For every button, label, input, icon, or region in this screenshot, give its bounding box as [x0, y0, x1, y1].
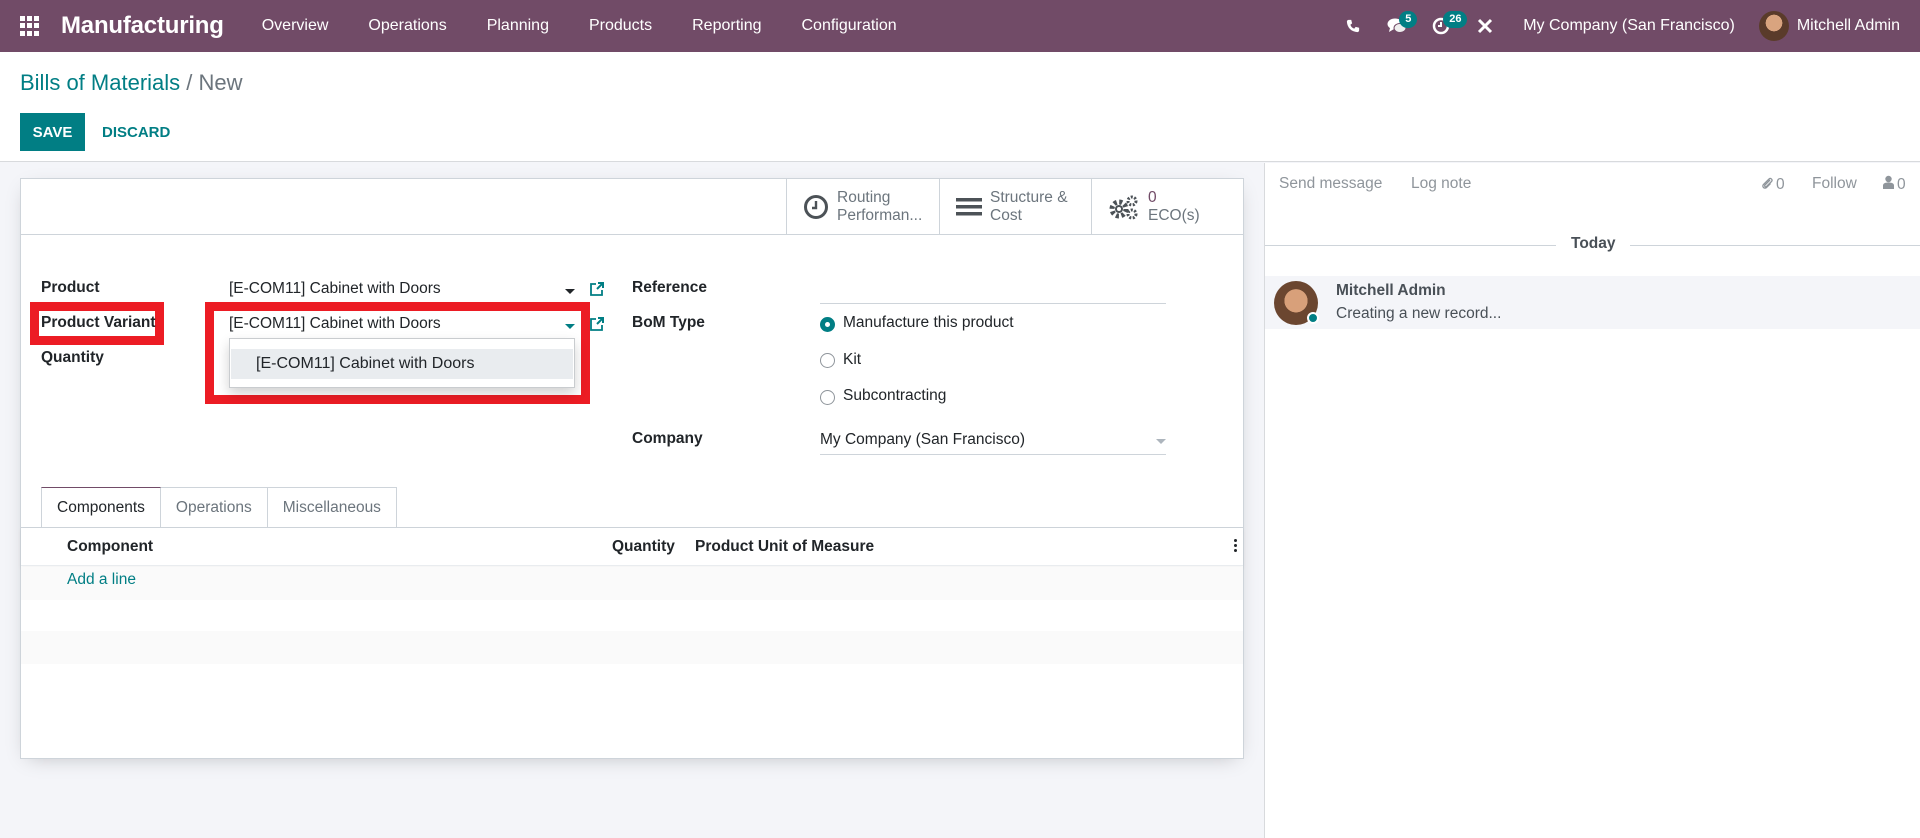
online-status-icon [1307, 312, 1319, 324]
add-line-link[interactable]: Add a line [67, 571, 136, 589]
product-dropdown-caret-icon[interactable] [565, 289, 575, 294]
user-icon [1883, 175, 1894, 194]
radio-kit[interactable] [820, 353, 835, 368]
tab-operations[interactable]: Operations [159, 487, 268, 528]
menu-planning[interactable]: Planning [467, 0, 569, 52]
clock-icon [803, 194, 829, 220]
discard-button[interactable]: DISCARD [90, 113, 182, 151]
chatter: Send message Log note 0 Follow 0 Today M… [1264, 163, 1920, 838]
product-variant-external-link-icon[interactable] [589, 316, 605, 337]
company-dropdown-caret-icon[interactable] [1156, 439, 1166, 444]
app-menu-icon[interactable] [20, 16, 40, 36]
breadcrumb-parent[interactable]: Bills of Materials [20, 70, 180, 95]
product-field[interactable]: [E-COM11] Cabinet with Doors [229, 280, 441, 298]
radio-kit-label[interactable]: Kit [843, 351, 861, 369]
company-label: Company [632, 430, 703, 447]
user-menu[interactable]: Mitchell Admin [1758, 11, 1920, 41]
list-row-empty [21, 631, 1243, 664]
date-separator-label: Today [1571, 235, 1616, 252]
product-variant-label: Product Variant [41, 314, 156, 331]
tab-components[interactable]: Components [41, 487, 161, 529]
column-uom[interactable]: Product Unit of Measure [695, 538, 874, 556]
attachments-button[interactable]: 0 [1761, 175, 1785, 195]
messages-icon[interactable]: 5 [1375, 0, 1419, 52]
bom-type-label: BoM Type [632, 314, 705, 331]
column-quantity[interactable]: Quantity [612, 538, 675, 556]
product-variant-dropdown: [E-COM11] Cabinet with Doors [229, 338, 575, 388]
control-panel: Bills of Materials / New SAVE DISCARD [0, 52, 1920, 162]
menu-reporting[interactable]: Reporting [672, 0, 781, 52]
product-external-link-icon[interactable] [589, 281, 605, 302]
quantity-label: Quantity [41, 349, 104, 366]
company-field[interactable]: My Company (San Francisco) [820, 431, 1025, 449]
message-body: Creating a new record... [1336, 305, 1502, 322]
menu-products[interactable]: Products [569, 0, 672, 52]
debug-tools-icon[interactable] [1463, 0, 1507, 52]
reference-label: Reference [632, 279, 707, 296]
product-label: Product [41, 279, 100, 296]
activities-icon[interactable]: 26 [1419, 0, 1468, 52]
product-variant-dropdown-caret-icon[interactable] [565, 324, 575, 329]
reference-input[interactable] [820, 280, 1166, 302]
log-note-button[interactable]: Log note [1411, 175, 1471, 193]
company-underline [820, 454, 1166, 455]
send-message-button[interactable]: Send message [1279, 175, 1382, 193]
product-variant-field[interactable]: [E-COM11] Cabinet with Doors [229, 315, 441, 333]
user-name: Mitchell Admin [1796, 17, 1900, 34]
top-navbar: Manufacturing Overview Operations Planni… [0, 0, 1920, 52]
radio-manufacture[interactable] [820, 317, 835, 332]
breadcrumb-current: New [198, 70, 243, 95]
breadcrumb: Bills of Materials / New [20, 70, 243, 96]
list-row-add [21, 567, 1243, 600]
phone-icon[interactable] [1331, 0, 1375, 52]
optional-columns-icon[interactable] [1234, 539, 1237, 552]
save-button[interactable]: SAVE [20, 113, 85, 151]
tab-miscellaneous[interactable]: Miscellaneous [266, 487, 397, 528]
notebook-tabs: Components Operations Miscellaneous [41, 487, 397, 529]
menu-overview[interactable]: Overview [242, 0, 349, 52]
followers-button[interactable]: 0 [1883, 175, 1906, 194]
smart-button-box: Routing Performan... Structure & Cost 0 ECO… [21, 179, 1243, 235]
company-switcher[interactable]: My Company (San Francisco) [1507, 17, 1759, 35]
menu-operations[interactable]: Operations [348, 0, 466, 52]
messages-badge: 5 [1399, 11, 1418, 28]
menu-configuration[interactable]: Configuration [781, 0, 916, 52]
cogs-icon [1108, 194, 1140, 220]
message-author[interactable]: Mitchell Admin [1336, 282, 1446, 300]
date-separator: Today [1265, 235, 1920, 255]
follow-button[interactable]: Follow [1812, 175, 1857, 193]
radio-manufacture-label[interactable]: Manufacture this product [843, 314, 1014, 332]
reference-underline [820, 303, 1166, 304]
structure-cost-button[interactable]: Structure & Cost [939, 179, 1091, 234]
paperclip-icon [1761, 175, 1773, 195]
bars-icon [956, 196, 982, 218]
app-name[interactable]: Manufacturing [61, 12, 224, 40]
radio-subcontracting[interactable] [820, 390, 835, 405]
user-avatar [1758, 11, 1789, 41]
dropdown-option[interactable]: [E-COM11] Cabinet with Doors [231, 349, 573, 379]
radio-subcontracting-label[interactable]: Subcontracting [843, 387, 946, 405]
components-list-header: Component Quantity Product Unit of Measu… [21, 528, 1243, 566]
form-sheet: Routing Performan... Structure & Cost 0 ECO… [20, 178, 1244, 759]
routing-performance-button[interactable]: Routing Performan... [786, 179, 939, 234]
breadcrumb-separator: / [186, 70, 193, 95]
chatter-message: Mitchell Admin Creating a new record... [1265, 276, 1920, 329]
eco-button[interactable]: 0 ECO(s) [1091, 179, 1243, 234]
column-component[interactable]: Component [67, 538, 153, 556]
